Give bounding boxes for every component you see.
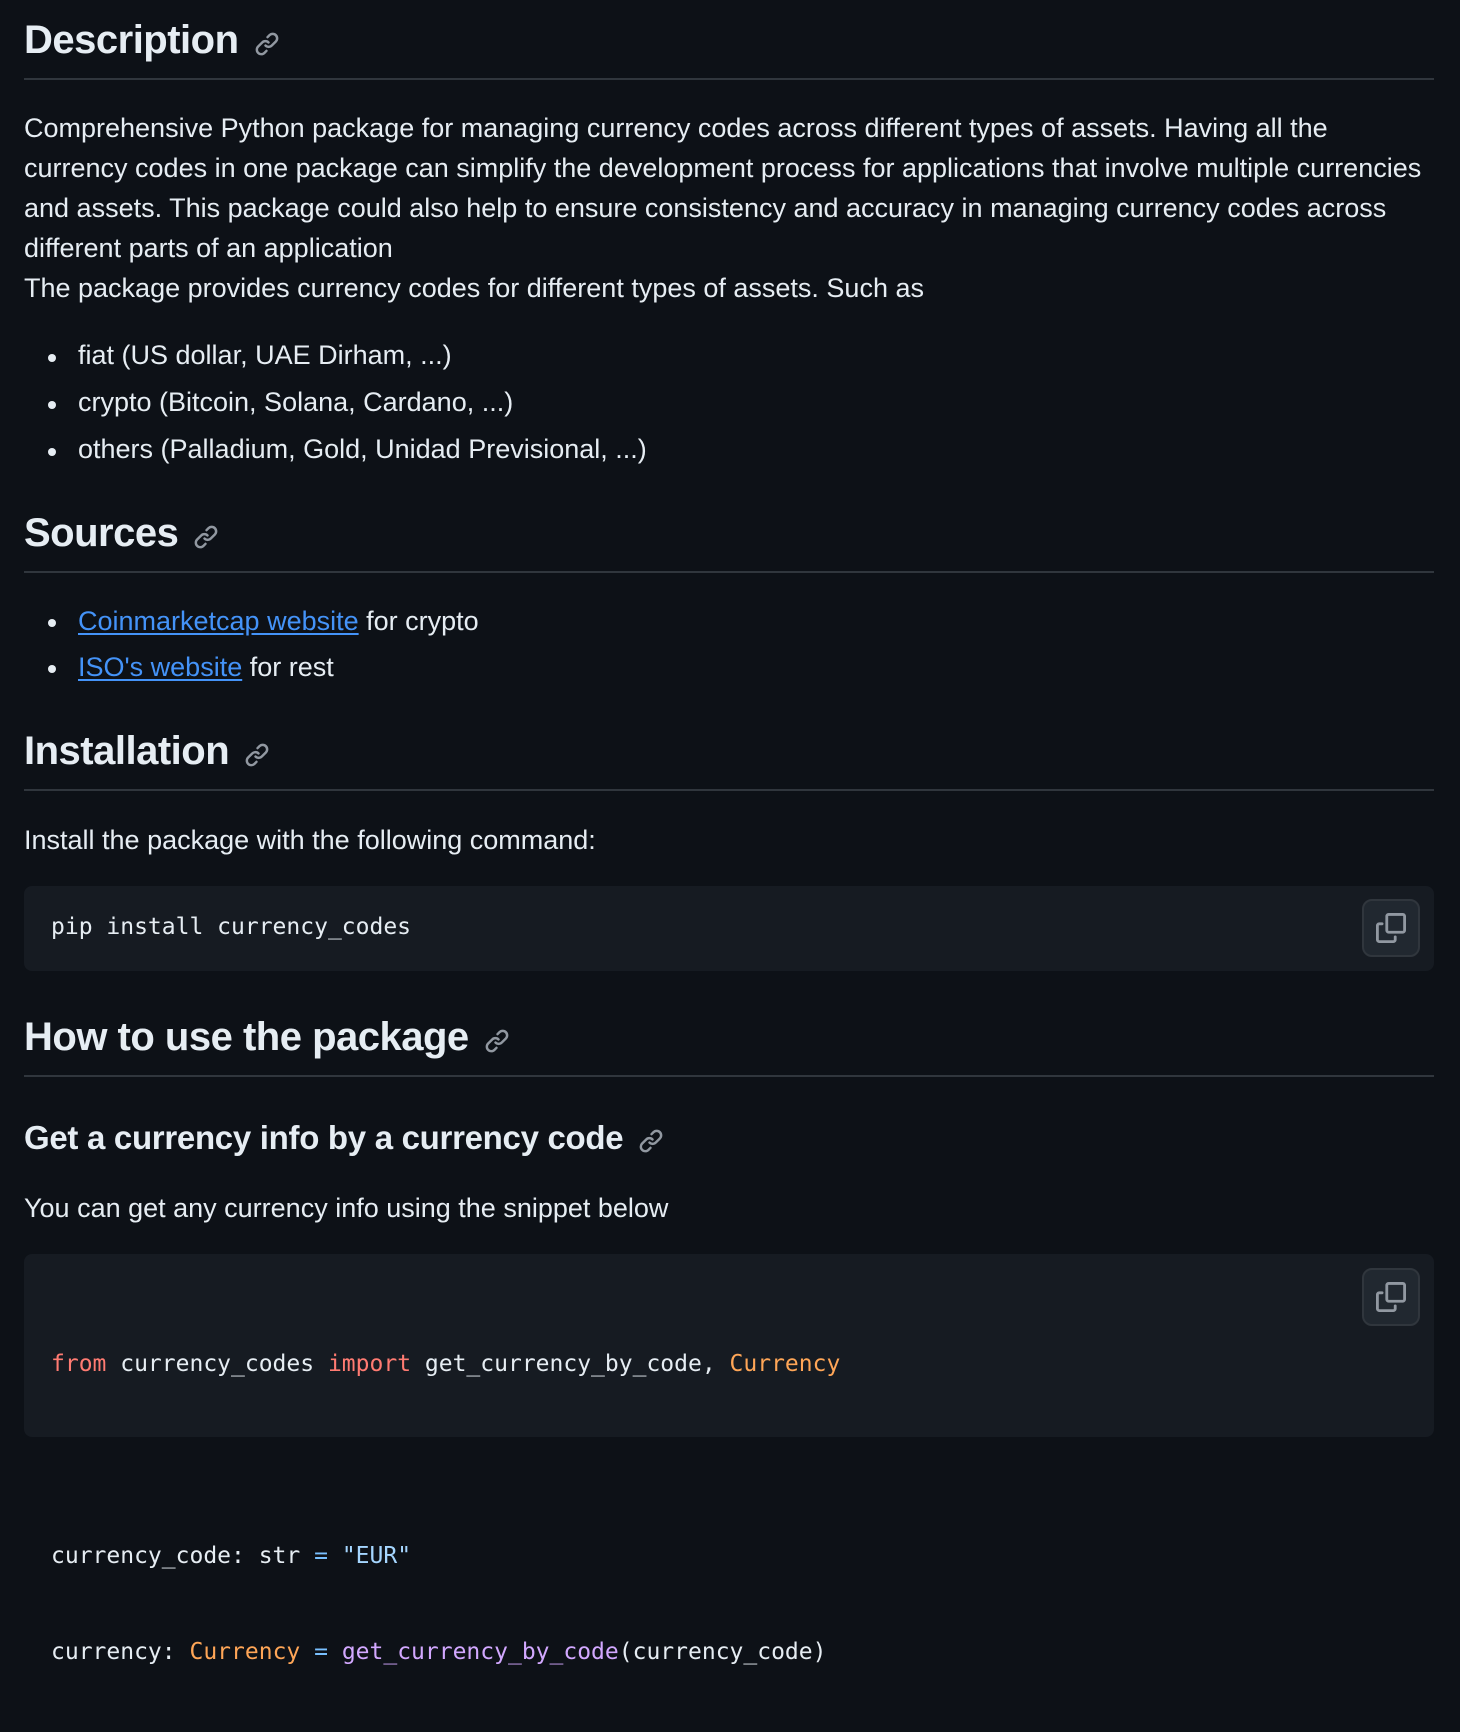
- asset-types-list: fiat (US dollar, UAE Dirham, ...) crypto…: [24, 334, 1434, 475]
- code-snippet: from currency_codes import get_currency_…: [51, 1284, 840, 1732]
- code-blank-line: ​: [51, 1444, 840, 1476]
- list-item-text: for rest: [242, 652, 334, 682]
- code-string: "EUR": [327, 1543, 412, 1569]
- link-icon[interactable]: [192, 523, 220, 551]
- code-line: currency: Currency = get_currency_by_cod…: [51, 1636, 840, 1668]
- code-line: from currency_codes import get_currency_…: [51, 1348, 840, 1380]
- code-class: Currency: [729, 1351, 841, 1377]
- list-item: others (Palladium, Gold, Unidad Previsio…: [24, 428, 1434, 475]
- usage-intro: You can get any currency info using the …: [24, 1193, 669, 1223]
- description-paragraph-2: The package provides currency codes for …: [24, 273, 924, 303]
- copy-icon: [1376, 913, 1406, 943]
- code-variable: currency_code: str: [51, 1543, 315, 1569]
- code-operator: =: [314, 1543, 328, 1569]
- list-item: fiat (US dollar, UAE Dirham, ...): [24, 334, 1434, 381]
- installation-heading: Installation: [24, 724, 1434, 791]
- subheading-text: Get a currency info by a currency code: [24, 1119, 624, 1156]
- coinmarketcap-link[interactable]: Coinmarketcap website: [78, 606, 359, 636]
- iso-link[interactable]: ISO's website: [78, 652, 242, 682]
- usage-heading: How to use the package: [24, 1010, 1434, 1077]
- code-keyword: import: [327, 1351, 412, 1377]
- description-heading: Description: [24, 14, 1434, 80]
- sources-heading: Sources: [24, 506, 1434, 573]
- list-item: crypto (Bitcoin, Solana, Cardano, ...): [24, 381, 1434, 428]
- description-paragraph: Comprehensive Python package for managin…: [24, 113, 1422, 263]
- code-class: Currency: [189, 1639, 301, 1665]
- copy-button[interactable]: [1362, 899, 1420, 957]
- code-keyword: from: [51, 1351, 107, 1377]
- link-icon[interactable]: [243, 741, 271, 769]
- installation-intro: Install the package with the following c…: [24, 825, 596, 855]
- list-item: Coinmarketcap website for crypto: [24, 600, 1434, 646]
- install-code-block: pip install currency_codes: [24, 886, 1434, 971]
- usage-heading-text: How to use the package: [24, 1014, 469, 1059]
- copy-icon: [1376, 1282, 1406, 1312]
- description-heading-text: Description: [24, 18, 239, 62]
- code-module: currency_codes: [106, 1351, 328, 1377]
- list-item: ISO's website for rest: [24, 646, 1434, 692]
- link-icon[interactable]: [637, 1127, 665, 1155]
- code-imports: get_currency_by_code,: [411, 1351, 730, 1377]
- install-command: pip install currency_codes: [51, 914, 412, 940]
- copy-button[interactable]: [1362, 1268, 1420, 1326]
- link-icon[interactable]: [253, 30, 281, 58]
- code-variable: currency:: [51, 1639, 190, 1665]
- code-args: (currency_code): [618, 1639, 827, 1665]
- list-item-text: for crypto: [358, 606, 479, 636]
- link-icon[interactable]: [483, 1027, 511, 1055]
- sources-list: Coinmarketcap website for crypto ISO's w…: [24, 600, 1434, 692]
- usage-code-block: from currency_codes import get_currency_…: [24, 1254, 1434, 1665]
- get-currency-subheading: Get a currency info by a currency code: [24, 1114, 665, 1162]
- code-function: get_currency_by_code: [341, 1639, 619, 1665]
- code-line: currency_code: str = "EUR": [51, 1540, 840, 1572]
- installation-heading-text: Installation: [24, 728, 230, 773]
- sources-heading-text: Sources: [24, 510, 179, 555]
- code-operator: =: [300, 1639, 342, 1665]
